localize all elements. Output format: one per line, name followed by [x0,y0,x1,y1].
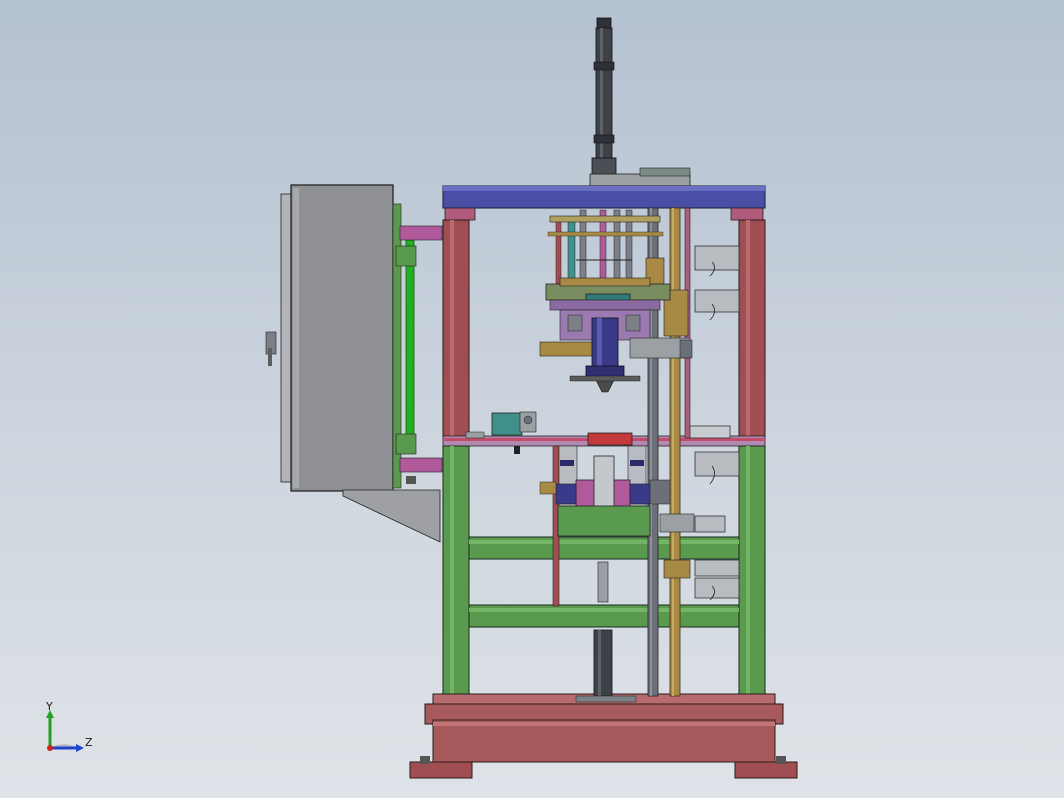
top-cylinder [589,17,691,187]
machine-base [409,693,798,779]
lower-cylinder [575,561,637,703]
middle-accessories [465,411,537,454]
axis-z-label: Z [85,736,93,749]
axis-y-label: Y [45,700,53,713]
upper-press-head [539,209,693,393]
control-cabinet [265,184,443,543]
axis-triad: Y Z [45,700,93,752]
cad-viewport[interactable]: Y Z [0,0,1064,798]
